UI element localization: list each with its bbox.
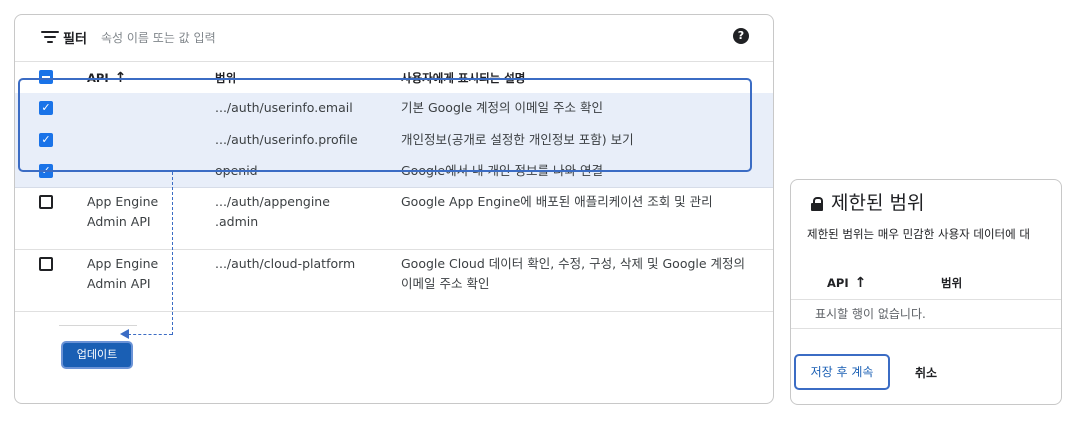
dialog-description: 제한된 범위는 매우 민감한 사용자 데이터에 대 [807,227,1030,241]
filter-icon[interactable] [41,31,59,45]
row-description-line: Google App Engine에 배포된 애플리케이션 조회 및 관리 [401,194,713,209]
restricted-scopes-dialog: 제한된 범위 제한된 범위는 매우 민감한 사용자 데이터에 대 API ↑ 범위… [790,179,1062,405]
sort-arrow-icon[interactable]: ↑ [855,273,867,293]
row-checkbox[interactable] [39,257,53,271]
table-row[interactable]: App Engine Admin API .../auth/appengine .ad… [15,187,773,250]
row-scope-line: .../auth/userinfo.profile [215,132,358,147]
row-description: Google에서 내 개인 정보를 나와 연결 [401,161,603,181]
dialog-header-api[interactable]: API ↑ [827,273,866,293]
row-scope-line: .admin [215,214,259,229]
save-and-continue-button[interactable]: 저장 후 계속 [794,354,890,390]
divider [59,325,137,326]
header-scope: 범위 [215,71,237,85]
row-checkbox[interactable] [39,195,53,209]
filter-label: 필터 [63,32,87,47]
row-scope: .../auth/cloud-platform [215,254,355,274]
table-row[interactable]: ✓ .../auth/userinfo.email 기본 Google 계정의 이메… [15,93,773,126]
row-api: App Engine Admin API [87,254,158,294]
row-checkbox[interactable]: ✓ [39,164,53,178]
row-description-line: Google에서 내 개인 정보를 나와 연결 [401,163,603,178]
row-checkbox[interactable]: ✓ [39,133,53,147]
dialog-header-api-label: API [827,276,849,290]
dialog-header-scope: 범위 [941,276,963,290]
row-scope: .../auth/userinfo.email [215,98,353,118]
row-scope: openid [215,161,258,181]
lock-icon [811,197,823,211]
sort-arrow-icon[interactable]: ↑ [115,68,127,88]
connector-line [128,334,172,335]
dialog-title: 제한된 범위 [831,192,925,214]
row-description-line: Google Cloud 데이터 확인, 수정, 구성, 삭제 및 Google… [401,256,746,271]
row-scope-line: .../auth/cloud-platform [215,256,356,271]
connector-line [172,172,173,335]
row-api-line: App Engine [87,256,159,271]
row-scope-line: .../auth/appengine [215,194,330,209]
header-api-label: API [87,71,109,85]
filter-bar: 필터 속성 이름 또는 값 입력 ? [15,15,773,61]
header-api[interactable]: API ↑ [87,68,126,88]
empty-state-text: 표시할 행이 없습니다. [815,307,926,321]
row-scope: .../auth/userinfo.profile [215,130,358,150]
row-api-line: Admin API [87,214,151,229]
help-icon[interactable]: ? [733,28,749,44]
header-description: 사용자에게 표시되는 설명 [401,71,526,85]
row-api: App Engine Admin API [87,192,158,232]
table-row[interactable]: App Engine Admin API .../auth/cloud-platfo… [15,249,773,312]
row-scope: .../auth/appengine .admin [215,192,330,232]
row-scope-line: .../auth/userinfo.email [215,100,353,115]
table-row[interactable]: ✓ .../auth/userinfo.profile 개인정보(공개로 설정한 개… [15,125,773,157]
row-description: Google App Engine에 배포된 애플리케이션 조회 및 관리 [401,192,713,212]
scopes-panel: 필터 속성 이름 또는 값 입력 ? API ↑ 범위 사용자에게 표시되는 설명… [14,14,774,404]
row-scope-line: openid [215,163,258,178]
dialog-table-header: API ↑ 범위 [791,265,1061,300]
table-header: API ↑ 범위 사용자에게 표시되는 설명 [15,61,773,95]
row-api-line: App Engine [87,194,159,209]
empty-state-row: 표시할 행이 없습니다. [791,300,1061,329]
row-api-line: Admin API [87,276,151,291]
row-description-line: 개인정보(공개로 설정한 개인정보 포함) 보기 [401,132,634,147]
row-description: Google Cloud 데이터 확인, 수정, 구성, 삭제 및 Google… [401,254,745,294]
row-description-line: 기본 Google 계정의 이메일 주소 확인 [401,100,603,115]
row-description: 기본 Google 계정의 이메일 주소 확인 [401,98,603,118]
arrow-left-icon [120,329,129,339]
update-button[interactable]: 업데이트 [63,343,131,367]
row-checkbox[interactable]: ✓ [39,101,53,115]
row-description-line: 이메일 주소 확인 [401,276,490,291]
row-description: 개인정보(공개로 설정한 개인정보 포함) 보기 [401,130,634,150]
select-all-checkbox[interactable] [39,70,53,84]
cancel-button[interactable]: 취소 [915,364,937,381]
table-row[interactable]: ✓ openid Google에서 내 개인 정보를 나와 연결 [15,156,773,188]
filter-input[interactable]: 속성 이름 또는 값 입력 [101,29,216,46]
